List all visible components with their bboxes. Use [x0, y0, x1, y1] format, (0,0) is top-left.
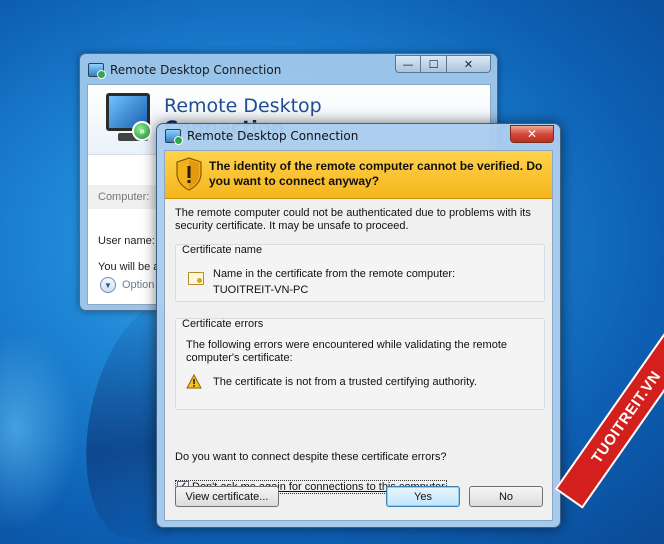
back-window-titlebar[interactable]: Remote Desktop Connection: [88, 60, 388, 80]
dialog-close-button[interactable]: ✕: [510, 125, 554, 143]
security-dialog[interactable]: Remote Desktop Connection ✕ The identity…: [156, 123, 561, 528]
computer-label: Computer:: [98, 191, 150, 203]
back-window-title: Remote Desktop Connection: [110, 63, 282, 77]
username-label: User name:: [98, 235, 155, 247]
desktop-glow: [0, 330, 80, 530]
minimize-button[interactable]: —: [395, 55, 421, 73]
dialog-title: Remote Desktop Connection: [187, 129, 359, 143]
certificate-name-group: Certificate name Name in the certificate…: [175, 244, 545, 302]
dialog-titlebar[interactable]: Remote Desktop Connection: [165, 129, 359, 145]
warning-banner: The identity of the remote computer cann…: [165, 151, 552, 199]
warning-text: The identity of the remote computer cann…: [209, 159, 543, 188]
close-button[interactable]: ✕: [447, 55, 491, 73]
certificate-error-item: The certificate is not from a trusted ce…: [213, 376, 477, 388]
shield-warning-icon: [176, 157, 202, 191]
connection-badge-icon: »: [132, 121, 152, 141]
maximize-button[interactable]: ☐: [421, 55, 447, 73]
info-text: You will be a: [98, 261, 160, 273]
view-certificate-button[interactable]: View certificate...: [175, 486, 279, 507]
back-heading: Remote Desktop: [164, 95, 322, 117]
certificate-name-title: Certificate name: [182, 244, 263, 256]
certificate-errors-group: Certificate errors The following errors …: [175, 318, 545, 410]
no-button[interactable]: No: [469, 486, 543, 507]
options-link[interactable]: Option: [122, 279, 154, 291]
certificate-errors-title: Certificate errors: [182, 318, 264, 330]
app-icon: [88, 63, 106, 79]
certificate-icon: [188, 272, 204, 285]
certificate-name-line1: Name in the certificate from the remote …: [213, 268, 456, 280]
watermark-logo: TUOITREIT.VN: [554, 325, 664, 509]
certificate-errors-description: The following errors were encountered wh…: [186, 339, 508, 364]
back-window-caption-buttons: — ☐ ✕: [395, 55, 491, 73]
app-icon: [165, 129, 183, 145]
question-text: Do you want to connect despite these cer…: [175, 451, 447, 463]
intro-text: The remote computer could not be authent…: [175, 207, 531, 232]
certificate-name-value: TUOITREIT-VN-PC: [213, 284, 309, 296]
warning-triangle-icon: [186, 374, 202, 389]
dialog-client: The identity of the remote computer cann…: [164, 150, 553, 521]
yes-button[interactable]: Yes: [386, 486, 460, 507]
options-chevron-icon[interactable]: ▼: [100, 277, 116, 293]
